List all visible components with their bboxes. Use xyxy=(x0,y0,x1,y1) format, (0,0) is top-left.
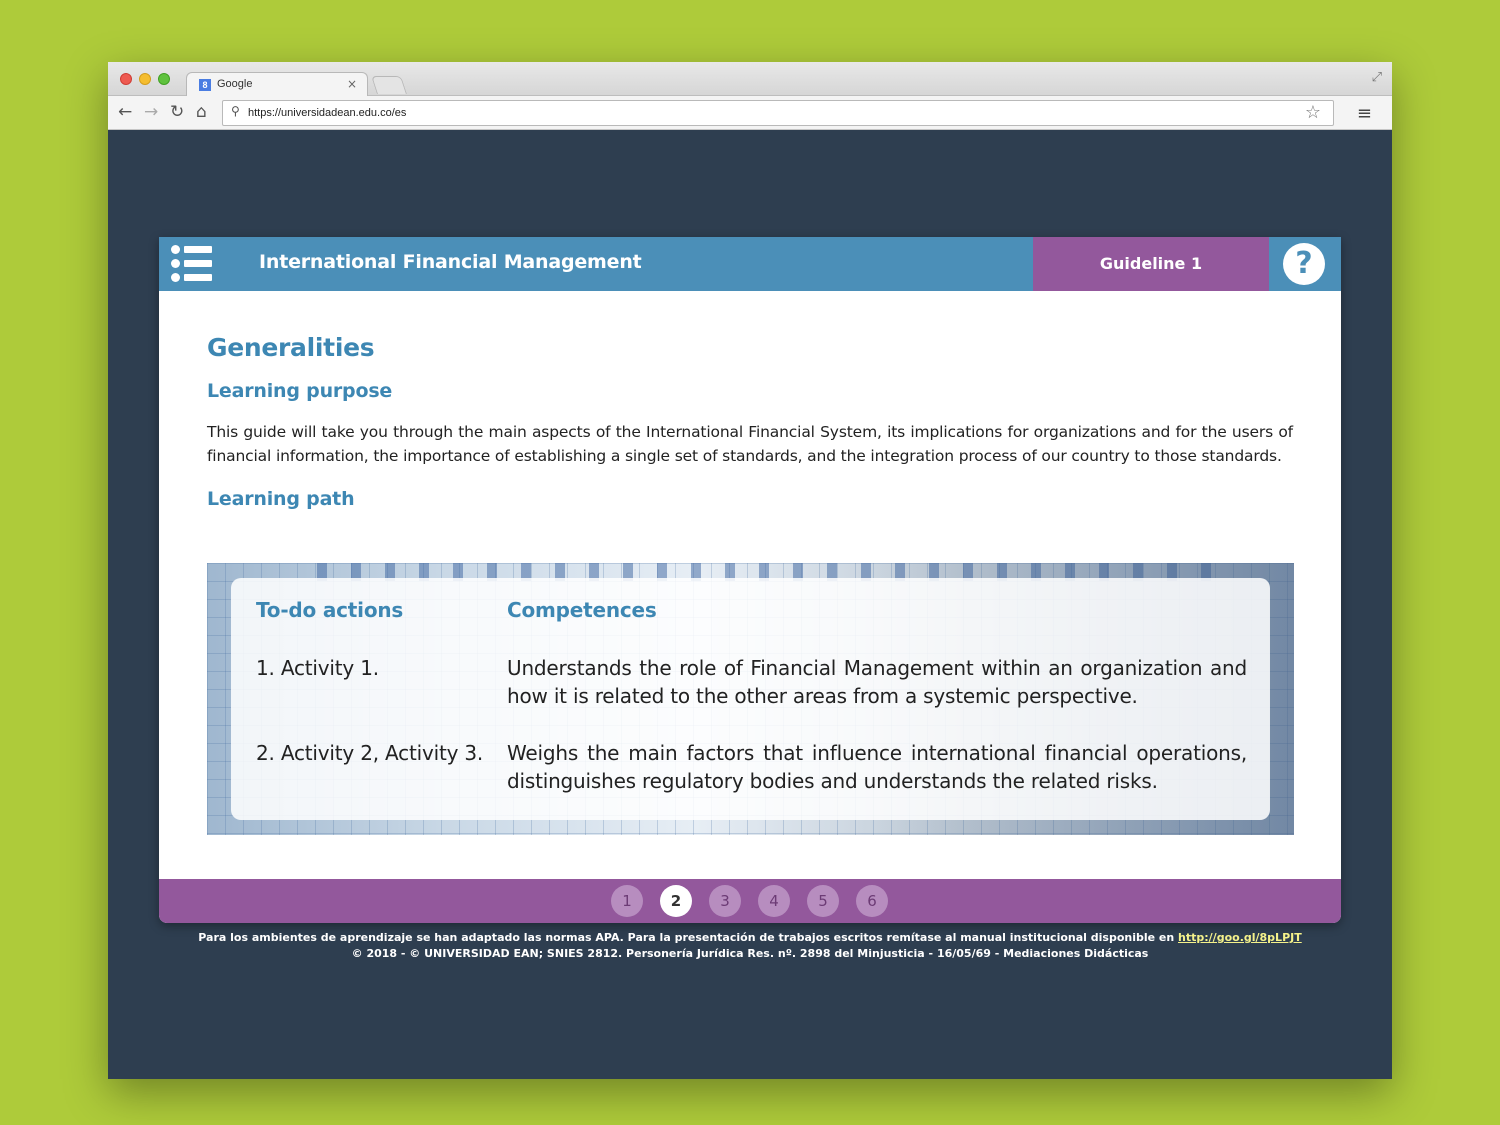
copyright-line: © 2018 - © UNIVERSIDAD EAN; SNIES 2812. … xyxy=(351,947,1149,960)
page-title: Generalities xyxy=(207,333,375,362)
apa-notice: Para los ambientes de aprendizaje se han… xyxy=(198,931,1175,944)
learning-path-panel: To-do actions Competences 1. Activity 1.… xyxy=(207,563,1294,835)
browser-tab[interactable]: 8 Google × xyxy=(186,72,368,97)
page-button-5[interactable]: 5 xyxy=(807,885,839,917)
fullscreen-icon[interactable]: ⤢ xyxy=(1372,70,1382,85)
tab-title: Google xyxy=(217,78,253,90)
tab-bar: 8 Google × ⤢ xyxy=(108,62,1392,97)
learning-purpose-heading: Learning purpose xyxy=(207,380,393,402)
learning-purpose-text: This guide will take you through the mai… xyxy=(207,423,1293,465)
address-bar[interactable]: ⚲ https://universidadean.edu.co/es ☆ xyxy=(222,100,1334,126)
table-row-competence: Weighs the main factors that influence i… xyxy=(507,741,1247,793)
page-button-3[interactable]: 3 xyxy=(709,885,741,917)
close-window-button[interactable] xyxy=(120,73,132,85)
competences-header: Competences xyxy=(507,598,657,622)
pagination-bar: 1 2 3 4 5 6 xyxy=(159,879,1341,923)
table-row-action: 1. Activity 1. xyxy=(256,656,379,680)
google-favicon-icon: 8 xyxy=(199,79,211,91)
todo-actions-header: To-do actions xyxy=(256,598,404,622)
page-button-4[interactable]: 4 xyxy=(758,885,790,917)
home-icon[interactable]: ⌂ xyxy=(196,102,207,122)
legal-line-1: Para los ambientes de aprendizaje se han… xyxy=(108,930,1392,946)
legal-footer: Para los ambientes de aprendizaje se han… xyxy=(108,930,1392,962)
maximize-window-button[interactable] xyxy=(158,73,170,85)
course-card: International Financial Management Guide… xyxy=(159,237,1341,923)
table-row-action: 2. Activity 2, Activity 3. xyxy=(256,741,484,765)
course-title: International Financial Management xyxy=(259,251,642,273)
manual-link[interactable]: http://goo.gl/8pLPJT xyxy=(1178,931,1302,944)
learning-path-table: To-do actions Competences 1. Activity 1.… xyxy=(231,578,1270,820)
new-tab-button[interactable] xyxy=(371,76,407,94)
browser-toolbar: ← → ↻ ⌂ ⚲ https://universidadean.edu.co/… xyxy=(108,96,1392,130)
list-icon[interactable] xyxy=(171,244,213,284)
question-icon[interactable]: ? xyxy=(1283,243,1325,285)
pagination: 1 2 3 4 5 6 xyxy=(611,885,888,917)
course-header: International Financial Management Guide… xyxy=(159,237,1341,291)
minimize-window-button[interactable] xyxy=(139,73,151,85)
url-text[interactable]: https://universidadean.edu.co/es xyxy=(248,107,406,119)
tab-close-icon[interactable]: × xyxy=(347,77,357,91)
hamburger-menu-icon[interactable]: ≡ xyxy=(1357,103,1372,124)
reload-icon[interactable]: ↻ xyxy=(170,102,184,122)
arrow-right-icon[interactable]: → xyxy=(144,102,158,122)
guideline-label[interactable]: Guideline 1 xyxy=(1033,237,1269,291)
page-button-2[interactable]: 2 xyxy=(660,885,692,917)
browser-window: 8 Google × ⤢ ← → ↻ ⌂ ⚲ https://universid… xyxy=(108,62,1392,1079)
search-icon: ⚲ xyxy=(231,104,240,118)
table-row-competence: Understands the role of Financial Manage… xyxy=(507,656,1247,708)
page-button-1[interactable]: 1 xyxy=(611,885,643,917)
page-button-6[interactable]: 6 xyxy=(856,885,888,917)
learning-path-heading: Learning path xyxy=(207,488,355,510)
main-content: Generalities Learning purpose This guide… xyxy=(207,333,1293,510)
arrow-left-icon[interactable]: ← xyxy=(118,102,132,122)
star-icon[interactable]: ☆ xyxy=(1305,102,1321,123)
